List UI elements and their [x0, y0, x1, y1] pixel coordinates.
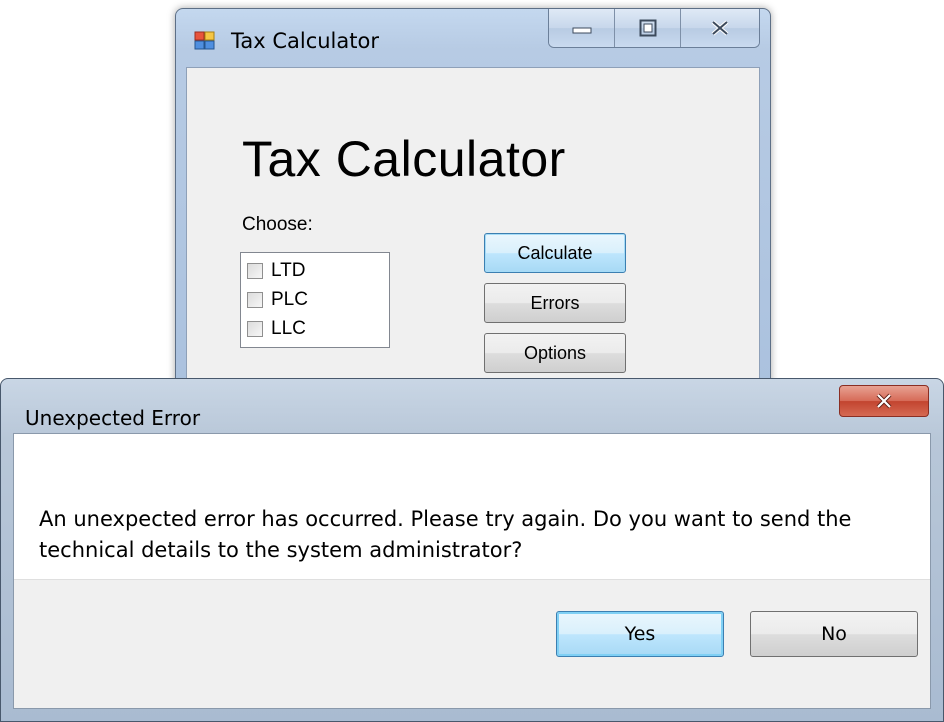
close-icon: [711, 20, 729, 36]
dialog-title: Unexpected Error: [25, 406, 201, 430]
error-dialog: Unexpected Error An unexpected error has…: [0, 378, 944, 722]
app-window-icon: [194, 31, 215, 50]
error-message: An unexpected error has occurred. Please…: [39, 507, 852, 562]
tax-calculator-window: Tax Calculator Tax Calculator Choose: LT…: [175, 8, 771, 408]
dialog-client-area: An unexpected error has occurred. Please…: [13, 433, 931, 709]
close-button[interactable]: [681, 9, 759, 47]
app-window-title: Tax Calculator: [231, 29, 379, 53]
calculate-button[interactable]: Calculate: [484, 233, 626, 273]
app-titlebar[interactable]: Tax Calculator: [176, 9, 770, 67]
checkbox-label: LTD: [271, 260, 306, 281]
page-title: Tax Calculator: [242, 131, 566, 187]
checkbox-ltd[interactable]: [247, 263, 263, 279]
errors-button[interactable]: Errors: [484, 283, 626, 323]
checkbox-label: PLC: [271, 289, 308, 310]
caption-buttons: [548, 9, 760, 48]
dialog-button-bar: Yes No: [14, 579, 930, 708]
maximize-icon: [639, 19, 656, 37]
app-client-area: Tax Calculator Choose: LTD PLC LLC Calcu…: [186, 67, 760, 407]
minimize-icon: [572, 27, 591, 34]
checkbox-llc[interactable]: [247, 321, 263, 337]
checkbox-plc[interactable]: [247, 292, 263, 308]
maximize-button[interactable]: [615, 9, 681, 47]
yes-button[interactable]: Yes: [556, 611, 724, 657]
checklist-item-plc[interactable]: PLC: [247, 286, 308, 314]
checkbox-label: LLC: [271, 318, 306, 339]
no-button[interactable]: No: [750, 611, 918, 657]
options-button[interactable]: Options: [484, 333, 626, 373]
minimize-button[interactable]: [549, 9, 615, 47]
checklist-item-ltd[interactable]: LTD: [247, 257, 305, 285]
choose-label: Choose:: [242, 214, 313, 235]
dialog-close-button[interactable]: [839, 385, 929, 417]
checklist-item-llc[interactable]: LLC: [247, 315, 306, 343]
close-icon: [876, 393, 892, 409]
company-type-checklist[interactable]: LTD PLC LLC: [240, 252, 390, 348]
